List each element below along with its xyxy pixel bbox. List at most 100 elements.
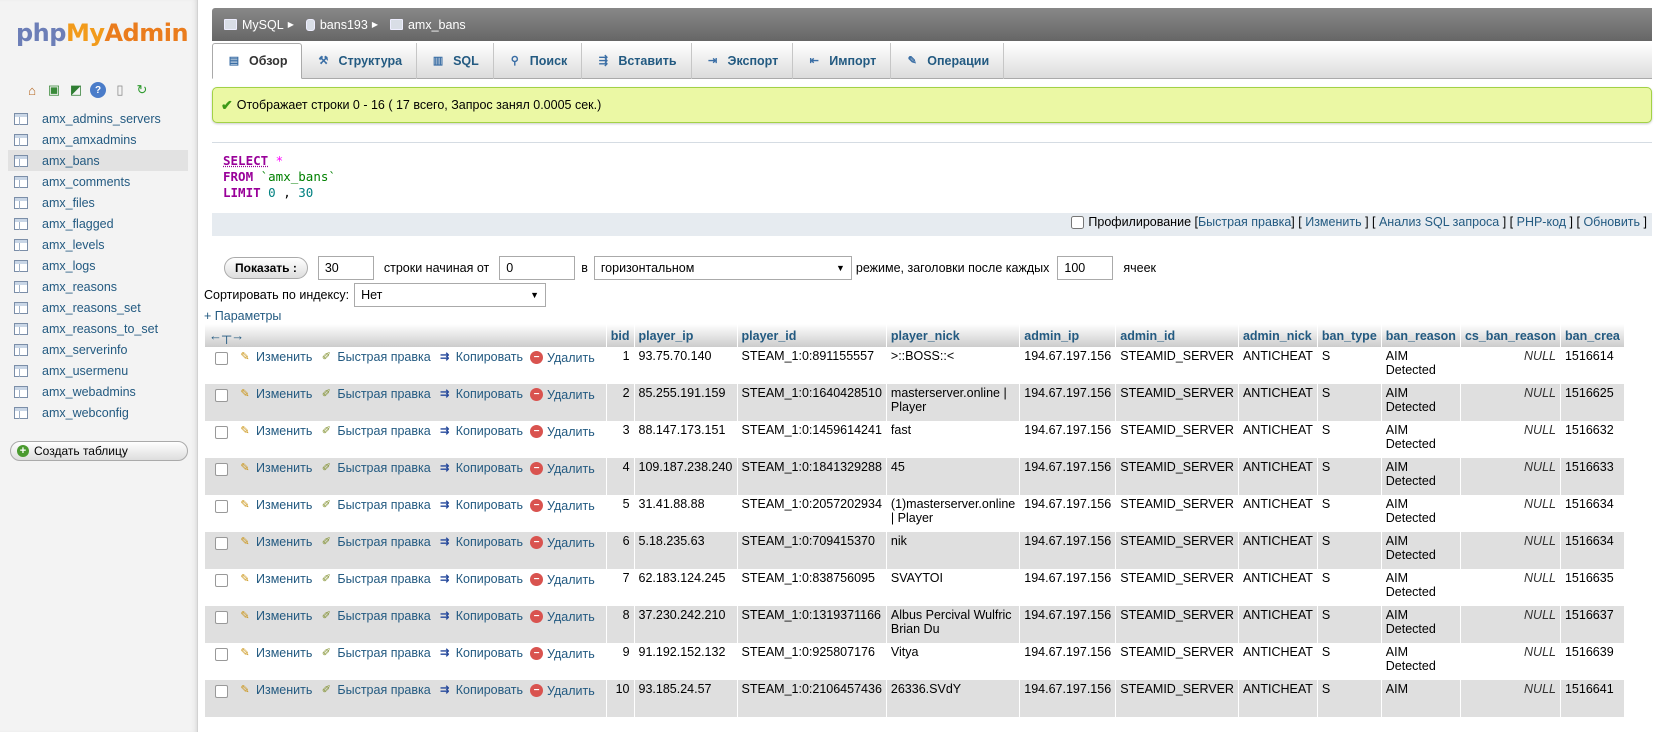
breadcrumb-table[interactable]: amx_bans [389, 18, 466, 32]
quick-edit-row-link[interactable]: ✐ Быстрая правка [319, 424, 431, 438]
cell-ban-created[interactable]: 1516614 [1560, 347, 1625, 384]
cell-cs-ban-reason[interactable]: NULL [1460, 495, 1561, 532]
cell-cs-ban-reason[interactable]: NULL [1460, 532, 1561, 569]
tab-operations[interactable]: ✎ Операции [891, 43, 1005, 79]
cell-bid[interactable]: 10 [606, 680, 635, 717]
delete-row-link[interactable]: − Удалить [530, 425, 595, 439]
row-checkbox[interactable] [215, 426, 228, 439]
sql-query-code[interactable]: SELECT * FROM `amx_bans` LIMIT 0 , 30 [212, 143, 1652, 213]
copy-row-link[interactable]: ⇉ Копировать [438, 424, 523, 438]
delete-row-link[interactable]: − Удалить [530, 536, 595, 550]
cell-admin-nick[interactable]: ANTICHEAT [1238, 606, 1318, 643]
row-checkbox[interactable] [215, 463, 228, 476]
display-mode-select[interactable]: горизонтальном ▼ [593, 255, 852, 280]
sidebar-table-amx_serverinfo[interactable]: amx_serverinfo [8, 339, 188, 360]
copy-row-link[interactable]: ⇉ Копировать [438, 646, 523, 660]
sidebar-table-amx_bans[interactable]: amx_bans [8, 150, 188, 171]
profiling-checkbox[interactable] [1071, 215, 1085, 229]
cell-ban-created[interactable]: 1516641 [1560, 680, 1625, 717]
tab-import[interactable]: ⇤ Импорт [793, 43, 892, 79]
copy-row-link[interactable]: ⇉ Копировать [438, 609, 523, 623]
cell-player-id[interactable]: STEAM_1:0:1459614241 [737, 421, 887, 458]
edit-row-link[interactable]: ✎ Изменить [238, 572, 312, 586]
cell-admin-ip[interactable]: 194.67.197.156 [1019, 532, 1117, 569]
cell-cs-ban-reason[interactable]: NULL [1460, 643, 1561, 680]
copy-row-link[interactable]: ⇉ Копировать [438, 498, 523, 512]
quick-edit-row-link[interactable]: ✐ Быстрая правка [319, 461, 431, 475]
phpmyadmin-logo[interactable]: phpMyAdmin [16, 19, 189, 47]
cell-admin-id[interactable]: STEAMID_SERVER [1115, 606, 1239, 643]
edit-row-link[interactable]: ✎ Изменить [238, 387, 312, 401]
sidebar-table-amx_reasons_to_set[interactable]: amx_reasons_to_set [8, 318, 188, 339]
copy-row-link[interactable]: ⇉ Копировать [438, 350, 523, 364]
cell-ban-created[interactable]: 1516634 [1560, 532, 1625, 569]
cell-ban-type[interactable]: S [1317, 347, 1382, 384]
cell-admin-nick[interactable]: ANTICHEAT [1238, 421, 1318, 458]
cell-player-id[interactable]: STEAM_1:0:2106457436 [737, 680, 887, 717]
cell-admin-id[interactable]: STEAMID_SERVER [1115, 384, 1239, 421]
cell-ban-created[interactable]: 1516625 [1560, 384, 1625, 421]
cell-admin-ip[interactable]: 194.67.197.156 [1019, 680, 1117, 717]
quick-edit-row-link[interactable]: ✐ Быстрая правка [319, 683, 431, 697]
cell-bid[interactable]: 4 [606, 458, 635, 495]
cell-player-id[interactable]: STEAM_1:0:925807176 [737, 643, 887, 680]
cell-ban-type[interactable]: S [1317, 643, 1382, 680]
cell-admin-nick[interactable]: ANTICHEAT [1238, 643, 1318, 680]
cell-player-nick[interactable]: masterserver.online | Player [886, 384, 1021, 421]
tab-sql[interactable]: ▥ SQL [417, 43, 494, 79]
cell-admin-ip[interactable]: 194.67.197.156 [1019, 495, 1117, 532]
copy-row-link[interactable]: ⇉ Копировать [438, 461, 523, 475]
sidebar-table-amx_reasons[interactable]: amx_reasons [8, 276, 188, 297]
cell-player-nick[interactable]: SVAYTOI [886, 569, 1021, 606]
column-header[interactable]: admin_nick [1238, 324, 1318, 347]
cell-ban-created[interactable]: 1516633 [1560, 458, 1625, 495]
cell-ban-created[interactable]: 1516639 [1560, 643, 1625, 680]
cell-admin-ip[interactable]: 194.67.197.156 [1019, 569, 1117, 606]
copy-row-link[interactable]: ⇉ Копировать [438, 535, 523, 549]
cell-admin-nick[interactable]: ANTICHEAT [1238, 680, 1318, 717]
cell-cs-ban-reason[interactable]: NULL [1460, 606, 1561, 643]
sidebar-table-amx_admins_servers[interactable]: amx_admins_servers [8, 108, 188, 129]
sidebar-table-amx_files[interactable]: amx_files [8, 192, 188, 213]
cell-player-id[interactable]: STEAM_1:0:709415370 [737, 532, 887, 569]
delete-row-link[interactable]: − Удалить [530, 388, 595, 402]
quick-edit-row-link[interactable]: ✐ Быстрая правка [319, 572, 431, 586]
column-header[interactable]: bid [606, 324, 635, 347]
row-checkbox[interactable] [215, 685, 228, 698]
cell-player-nick[interactable]: (1)masterserver.online | Player [886, 495, 1021, 532]
cell-ban-reason[interactable]: AIM Detected [1381, 569, 1461, 606]
quick-edit-row-link[interactable]: ✐ Быстрая правка [319, 646, 431, 660]
cell-admin-nick[interactable]: ANTICHEAT [1238, 347, 1318, 384]
edit-row-link[interactable]: ✎ Изменить [238, 683, 312, 697]
cell-cs-ban-reason[interactable]: NULL [1460, 384, 1561, 421]
sidebar-table-amx_flagged[interactable]: amx_flagged [8, 213, 188, 234]
row-checkbox[interactable] [215, 574, 228, 587]
quick-edit-row-link[interactable]: ✐ Быстрая правка [319, 350, 431, 364]
row-checkbox[interactable] [215, 648, 228, 661]
cell-bid[interactable]: 7 [606, 569, 635, 606]
reload-icon[interactable]: ↻ [134, 82, 150, 98]
cell-ban-type[interactable]: S [1317, 569, 1382, 606]
breadcrumb-server[interactable]: MySQL [224, 18, 284, 32]
rows-input[interactable]: 30 [317, 255, 374, 280]
cell-bid[interactable]: 9 [606, 643, 635, 680]
cell-player-nick[interactable]: nik [886, 532, 1021, 569]
delete-row-link[interactable]: − Удалить [530, 684, 595, 698]
tab-export[interactable]: ⇥ Экспорт [692, 43, 794, 79]
column-header[interactable]: ban_crea [1560, 324, 1625, 347]
cell-admin-id[interactable]: STEAMID_SERVER [1115, 680, 1239, 717]
cell-ban-type[interactable]: S [1317, 384, 1382, 421]
cell-ban-reason[interactable]: AIM Detected [1381, 643, 1461, 680]
show-button[interactable]: Показать : [224, 256, 308, 279]
copy-row-link[interactable]: ⇉ Копировать [438, 683, 523, 697]
cell-player-nick[interactable]: 26336.SVdY [886, 680, 1021, 717]
quick-edit-row-link[interactable]: ✐ Быстрая правка [319, 609, 431, 623]
tab-search[interactable]: ⚲ Поиск [494, 43, 583, 79]
tab-structure[interactable]: ⚒ Структура [302, 43, 418, 79]
cell-player-nick[interactable]: fast [886, 421, 1021, 458]
sidebar-table-amx_levels[interactable]: amx_levels [8, 234, 188, 255]
cell-player-id[interactable]: STEAM_1:0:891155557 [737, 347, 887, 384]
cell-bid[interactable]: 6 [606, 532, 635, 569]
cell-player-ip[interactable]: 91.192.152.132 [634, 643, 738, 680]
cell-player-nick[interactable]: 45 [886, 458, 1021, 495]
